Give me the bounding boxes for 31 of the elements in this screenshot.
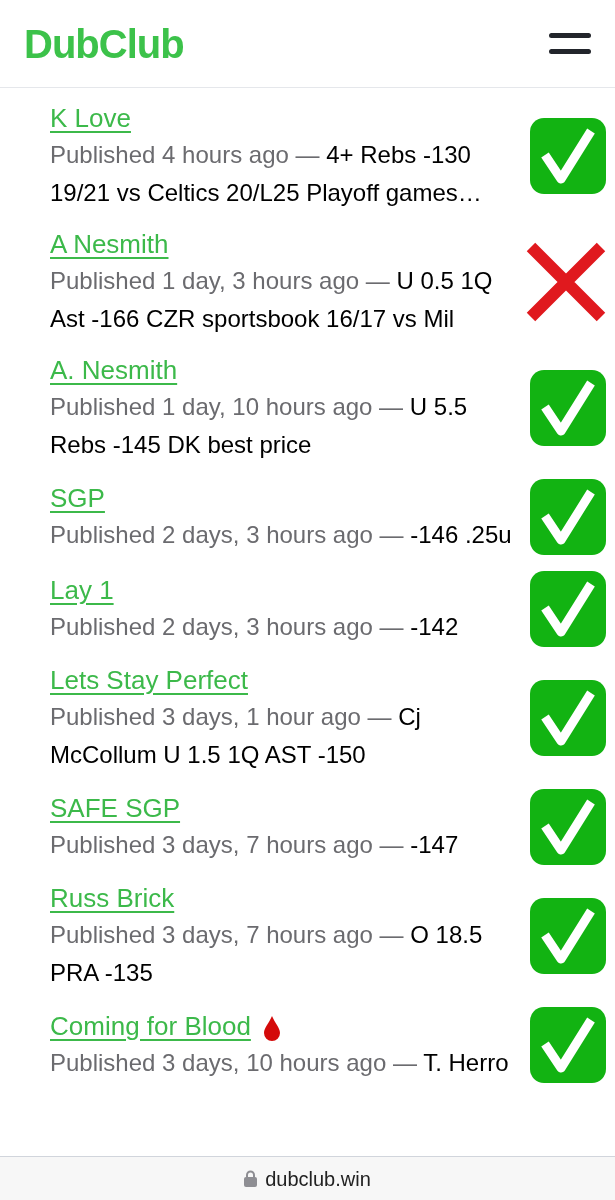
check-mark-icon <box>529 369 607 447</box>
pick-title-link[interactable]: Lets Stay Perfect <box>50 665 248 695</box>
check-mark-icon <box>529 117 607 195</box>
pick-summary: Published 3 days, 7 hours ago — -147 <box>50 830 460 860</box>
pick-summary: Published 1 day, 3 hours ago — U 0.5 1Q Ast -166 CZR sportsbook 16/17 vs Mil <box>50 266 494 334</box>
pick-title-link[interactable]: K Love <box>50 103 131 133</box>
check-mark-icon <box>529 679 607 757</box>
pick-title-link[interactable]: Lay 1 <box>50 575 114 605</box>
pick-summary: Published 3 days, 7 hours ago — O 18.5 PRA -135 <box>50 920 484 988</box>
check-mark-icon <box>529 570 607 648</box>
pick-title-link[interactable]: Coming for Blood <box>50 1011 281 1041</box>
pick-summary: Published 2 days, 3 hours ago — -146 .25u <box>50 520 513 550</box>
cross-mark-icon <box>525 241 607 323</box>
menu-icon[interactable] <box>549 30 591 57</box>
page-url: dubclub.win <box>265 1166 371 1192</box>
pick-title-link[interactable]: SGP <box>50 483 105 513</box>
check-mark-icon <box>529 478 607 556</box>
pick-summary: Published 1 day, 10 hours ago — U 5.5 Rebs -145 DK best price <box>50 392 469 460</box>
check-mark-icon <box>529 788 607 866</box>
pick-title-link[interactable]: A Nesmith <box>50 229 169 259</box>
pick-summary: Published 2 days, 3 hours ago — -142 <box>50 612 460 642</box>
pick-title-link[interactable]: Russ Brick <box>50 883 175 913</box>
check-mark-icon <box>529 897 607 975</box>
pick-summary: Published 3 days, 1 hour ago — Cj McCollum U 1.5 1Q AST -150 <box>50 702 422 770</box>
logo[interactable]: DubClub <box>24 13 184 74</box>
pick-title-link[interactable]: A. Nesmith <box>50 355 178 385</box>
pick-title-link[interactable]: SAFE SGP <box>50 793 181 823</box>
pick-summary: Published 4 hours ago — 4+ Rebs -130 19/21 vs Celtics 20/L25 Playoff games… <box>50 140 483 208</box>
check-mark-icon <box>529 1006 607 1084</box>
pick-summary: Published 3 days, 10 hours ago — T. Herro <box>50 1048 510 1078</box>
lock-icon <box>244 1170 258 1187</box>
